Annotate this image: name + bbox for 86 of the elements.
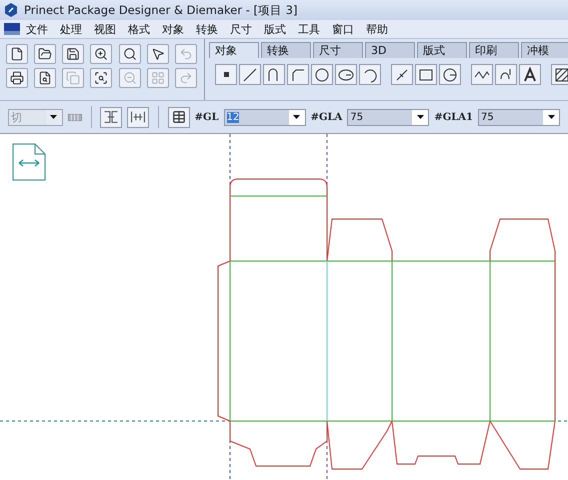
zoom-window-icon [94,71,108,85]
corner-tool-icon [290,66,306,82]
table-button[interactable] [168,106,190,128]
zoom-window-button[interactable] [90,68,112,88]
open-icon [38,47,52,61]
tab[interactable]: 对象 [209,42,259,58]
save-button[interactable] [62,44,84,64]
save-icon [66,47,80,61]
menu-item[interactable]: 尺寸 [224,22,258,36]
merge-icon [131,111,146,123]
tab[interactable]: 3D [365,42,415,58]
field-label: #GL [194,112,219,122]
tab[interactable]: 版式 [417,42,467,58]
tool-button[interactable] [239,64,261,85]
merge-button[interactable] [127,106,150,128]
preview-icon [38,71,52,85]
menu-item[interactable]: 转换 [190,22,224,36]
tool-button[interactable] [519,64,541,85]
app-icon [4,3,18,17]
menu-item[interactable]: 视图 [88,22,122,36]
tool-button[interactable] [415,64,437,85]
menu-item[interactable]: 窗口 [326,22,360,36]
tool-button[interactable] [551,64,568,85]
dimension-document-icon [12,143,46,181]
tab[interactable]: 冲模 [521,42,568,58]
rect-tool-icon [418,66,434,82]
menu-item[interactable]: 格式 [122,22,156,36]
print-button[interactable] [6,68,28,88]
tool-button[interactable] [335,64,357,85]
print-icon [10,71,24,85]
tool-button[interactable] [311,64,333,85]
value-combo[interactable]: 75 [347,108,430,126]
value-combo[interactable]: 12 [224,108,306,126]
new-icon [10,47,24,61]
point-tool-icon [224,72,228,77]
tab[interactable]: 印刷 [469,42,519,58]
menu-item[interactable]: 帮助 [360,22,394,36]
menu-item[interactable]: 工具 [292,22,326,36]
zoom-out-icon [122,71,137,85]
field-label: #GLA1 [434,112,473,122]
dropdown-arrow-icon [548,115,554,119]
redo-icon [178,71,193,85]
table-icon [172,110,186,124]
split-button[interactable] [100,106,122,128]
tool-button[interactable] [495,64,517,85]
tool-button[interactable] [359,64,381,85]
window-title: Prinect Package Designer & Diemaker - [项目 3] [24,2,298,18]
dropdown-arrow-icon [293,115,300,119]
zoom-in-button[interactable] [90,44,112,64]
value-combo[interactable]: 75 [478,108,560,126]
copy-icon [66,71,80,85]
tab[interactable]: 尺寸 [313,42,363,58]
field-label: #GLA [310,112,342,122]
menu-item[interactable]: 对象 [156,22,190,36]
split-icon [104,111,118,123]
hatch-tool-icon [554,66,568,82]
tool-button[interactable] [287,64,309,85]
circle-tool-icon [314,66,330,82]
arc-3-tool-icon [362,66,378,82]
zoom-fit-icon [122,47,137,61]
pointer-button[interactable] [146,44,169,64]
tool-button[interactable] [471,64,493,85]
zoom-in-icon [94,47,108,61]
tool-button[interactable] [439,64,461,85]
new-button[interactable] [6,44,28,64]
circle-line-tool-icon [442,66,458,82]
text-tool-icon [522,66,538,82]
tool-button[interactable] [215,64,237,85]
grid-icon [150,71,165,85]
pointer-icon [150,47,165,61]
open-button[interactable] [34,44,56,64]
slash-tool-icon [394,66,410,82]
undo-icon [178,47,193,61]
preview-button[interactable] [34,68,56,88]
tab[interactable]: 转换 [261,42,311,58]
dropdown-arrow-icon [50,115,58,119]
menu-item[interactable]: 处理 [54,22,88,36]
ellipse-tool-icon [338,66,354,82]
zoom-fit-button[interactable] [118,44,141,64]
menu-item[interactable]: 版式 [258,22,292,36]
line-tool-icon [242,66,258,82]
dropdown-arrow-icon [416,115,424,119]
tool-button[interactable] [391,64,413,85]
document-icon [4,23,20,35]
tool-button[interactable] [263,64,285,85]
menu-item[interactable]: 文件 [20,22,54,36]
